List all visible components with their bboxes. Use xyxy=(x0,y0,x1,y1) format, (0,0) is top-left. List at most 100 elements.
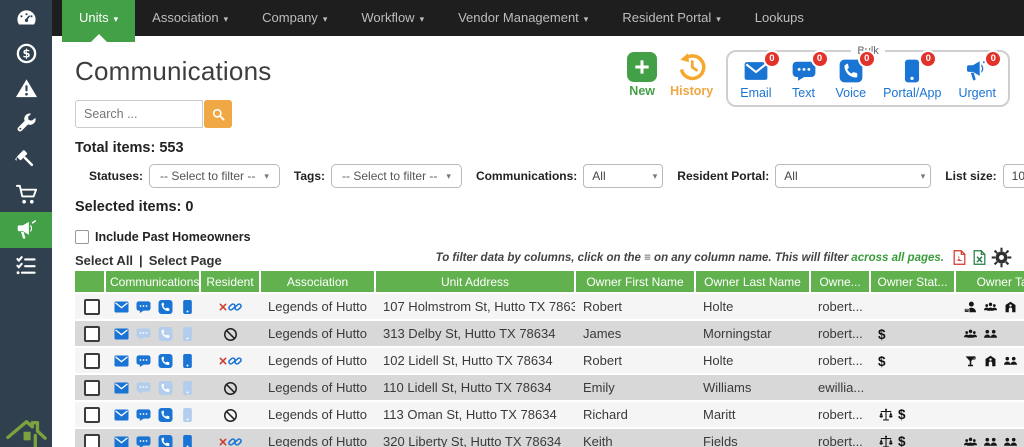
dollar-flag: $ xyxy=(898,434,906,447)
list-size-select[interactable]: 10▾ xyxy=(1003,164,1024,188)
resident-portal-label: Resident Portal: xyxy=(677,169,769,183)
sidebar-item-projects[interactable] xyxy=(0,142,52,177)
bulk-email-button[interactable]: 0Email xyxy=(740,57,771,100)
voice-icon[interactable] xyxy=(157,407,174,423)
owner-first-name-cell: Emily xyxy=(575,374,695,401)
col-owner-stat[interactable]: Owner Stat... xyxy=(870,271,955,293)
portal-icon[interactable] xyxy=(179,299,196,315)
nav-item-vendor-management[interactable]: Vendor Management▾ xyxy=(441,0,605,36)
text-icon[interactable] xyxy=(135,407,152,423)
owner-last-name-cell: Maritt xyxy=(695,401,810,428)
col-owner-first-name[interactable]: Owner First Name xyxy=(575,271,695,293)
include-past-checkbox[interactable] xyxy=(75,230,89,244)
select-all-link[interactable]: Select All xyxy=(75,253,133,268)
row-select-cell[interactable] xyxy=(75,347,105,374)
col-owne[interactable]: Owne... xyxy=(810,271,870,293)
col-owner-tag[interactable]: Owner Tag xyxy=(955,271,1024,293)
users3-icon xyxy=(963,435,978,447)
email-icon[interactable] xyxy=(113,380,130,396)
sidebar-item-maintenance[interactable] xyxy=(0,106,52,141)
statuses-filter-group: Statuses: -- Select to filter --▾ xyxy=(89,164,280,188)
resident-portal-filter[interactable]: All▾ xyxy=(775,164,931,188)
row-checkbox[interactable] xyxy=(84,326,100,342)
text-icon[interactable] xyxy=(135,353,152,369)
bulk-urgent-button[interactable]: 0Urgent xyxy=(958,57,996,100)
nav-item-company[interactable]: Company▾ xyxy=(245,0,344,36)
sidebar-item-alerts[interactable] xyxy=(0,71,52,106)
col-association[interactable]: Association xyxy=(260,271,375,293)
count-badge: 0 xyxy=(984,50,1002,68)
voice-icon[interactable] xyxy=(157,434,174,447)
email-icon[interactable] xyxy=(113,326,130,342)
include-past-homeowners[interactable]: Include Past Homeowners xyxy=(75,230,1024,244)
email-icon[interactable] xyxy=(113,407,130,423)
search-button[interactable] xyxy=(204,100,232,128)
col-checkbox[interactable] xyxy=(75,271,105,293)
email-icon[interactable] xyxy=(113,299,130,315)
caret-down-icon: ▾ xyxy=(224,14,229,24)
bulk-voice-button[interactable]: 0Voice xyxy=(836,57,867,100)
history-button[interactable]: History xyxy=(670,45,713,98)
sidebar-item-communications[interactable] xyxy=(0,212,52,247)
owner-status-cell: $ xyxy=(870,347,955,374)
tags-filter[interactable]: -- Select to filter --▾ xyxy=(331,164,462,188)
row-select-cell[interactable] xyxy=(75,320,105,347)
excel-export-icon[interactable] xyxy=(971,248,988,267)
bulk-actions-group: Bulk 0Email0Text0Voice0Portal/App0Urgent xyxy=(726,45,1010,107)
search-input[interactable] xyxy=(75,100,203,128)
red-x-icon xyxy=(219,438,227,446)
col-unit-address[interactable]: Unit Address xyxy=(375,271,575,293)
table-row: Legends of Hutto313 Delby St, Hutto TX 7… xyxy=(75,320,1024,347)
voice-icon[interactable] xyxy=(157,326,174,342)
sidebar-item-purchasing[interactable] xyxy=(0,177,52,212)
row-select-cell[interactable] xyxy=(75,374,105,401)
voice-icon[interactable] xyxy=(157,380,174,396)
list-size-group: List size: 10▾ xyxy=(945,164,1024,188)
bulk-text-button[interactable]: 0Text xyxy=(789,57,819,100)
row-select-cell[interactable] xyxy=(75,293,105,320)
text-icon[interactable] xyxy=(135,326,152,342)
portal-icon[interactable] xyxy=(179,380,196,396)
nav-item-resident-portal[interactable]: Resident Portal▾ xyxy=(605,0,737,36)
email-icon[interactable] xyxy=(113,434,130,447)
hammer-icon xyxy=(15,148,38,171)
sidebar-item-tasks[interactable] xyxy=(0,248,52,283)
text-icon[interactable] xyxy=(135,380,152,396)
text-icon[interactable] xyxy=(135,434,152,447)
row-checkbox[interactable] xyxy=(84,434,100,447)
app-window: Units▾Association▾Company▾Workflow▾Vendo… xyxy=(0,0,1024,447)
owner-email-cell: robert... xyxy=(810,293,870,320)
col-resident[interactable]: Resident xyxy=(200,271,260,293)
portal-icon[interactable] xyxy=(179,434,196,447)
nav-item-association[interactable]: Association▾ xyxy=(135,0,245,36)
nav-item-units[interactable]: Units▾ xyxy=(62,0,135,42)
pdf-export-icon[interactable] xyxy=(951,248,968,267)
portal-icon[interactable] xyxy=(179,353,196,369)
row-select-cell[interactable] xyxy=(75,428,105,447)
col-owner-last-name[interactable]: Owner Last Name xyxy=(695,271,810,293)
sidebar-item-financials[interactable] xyxy=(0,35,52,70)
row-checkbox[interactable] xyxy=(84,299,100,315)
voice-icon[interactable] xyxy=(157,353,174,369)
portal-icon[interactable] xyxy=(179,407,196,423)
nav-item-lookups[interactable]: Lookups xyxy=(738,0,821,36)
communications-filter[interactable]: All▾ xyxy=(583,164,663,188)
portal-icon[interactable] xyxy=(179,326,196,342)
new-button[interactable]: New xyxy=(627,45,657,98)
select-page-link[interactable]: Select Page xyxy=(149,253,222,268)
bulk-portal-app-button[interactable]: 0Portal/App xyxy=(883,57,941,100)
settings-gear-icon[interactable] xyxy=(991,247,1012,268)
row-select-cell[interactable] xyxy=(75,401,105,428)
col-communications[interactable]: Communications xyxy=(105,271,200,293)
sidebar-item-dashboard[interactable] xyxy=(0,0,52,35)
row-checkbox[interactable] xyxy=(84,380,100,396)
statuses-filter[interactable]: -- Select to filter --▾ xyxy=(149,164,280,188)
row-checkbox[interactable] xyxy=(84,407,100,423)
link-icon xyxy=(228,300,242,314)
voice-icon[interactable] xyxy=(157,299,174,315)
email-icon[interactable] xyxy=(113,353,130,369)
nav-item-workflow[interactable]: Workflow▾ xyxy=(344,0,441,36)
tags-label: Tags: xyxy=(294,169,325,183)
text-icon[interactable] xyxy=(135,299,152,315)
row-checkbox[interactable] xyxy=(84,353,100,369)
